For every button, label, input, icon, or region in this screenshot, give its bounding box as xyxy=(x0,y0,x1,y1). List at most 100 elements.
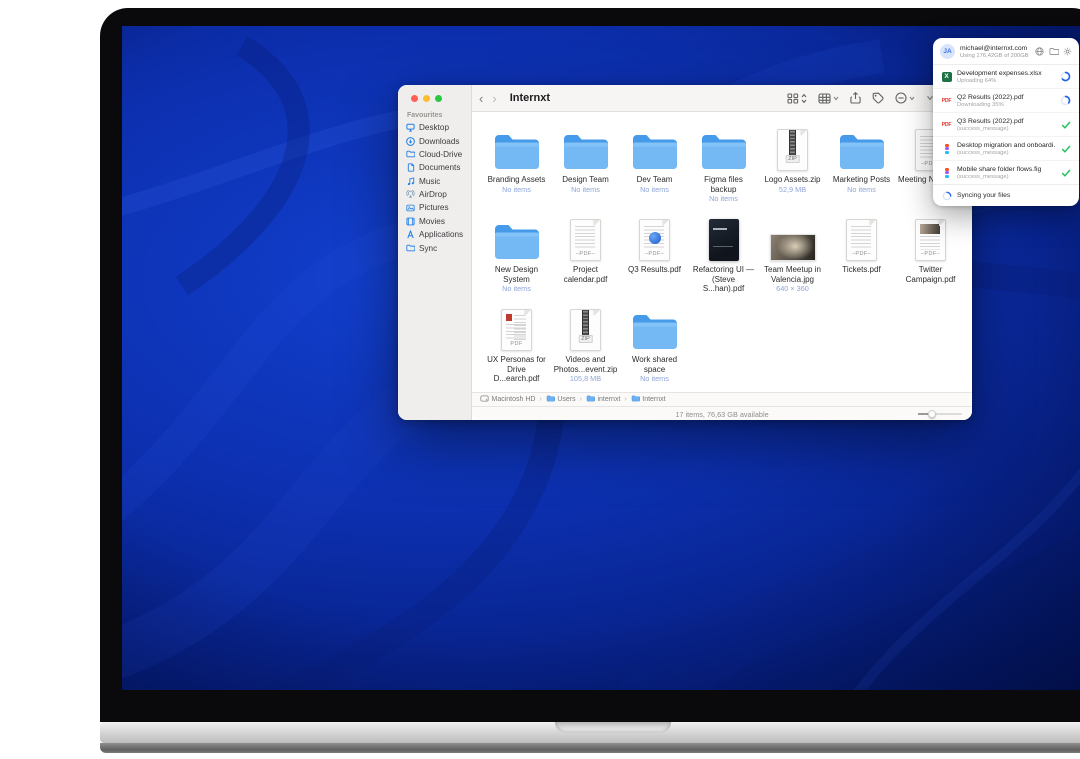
desktop-stage: Favourites Desktop Downloads Cloud-Drive… xyxy=(0,0,1080,759)
file-grid: Branding Assets No items Design Team No … xyxy=(472,112,972,392)
file-item[interactable]: –PDF– Project calendar.pdf xyxy=(551,215,620,305)
file-name: Project calendar.pdf xyxy=(553,265,619,284)
sidebar-item-airdrop[interactable]: AirDrop xyxy=(398,188,471,201)
close-button[interactable] xyxy=(411,95,418,102)
breadcrumb-item[interactable]: Users xyxy=(546,395,576,404)
folder-icon[interactable] xyxy=(1049,47,1059,56)
folder-icon xyxy=(631,305,679,351)
tag-icon[interactable] xyxy=(872,92,884,104)
disk-icon xyxy=(480,395,489,404)
sidebar-item-pictures[interactable]: Pictures xyxy=(398,201,471,214)
folder-icon xyxy=(546,395,555,404)
zoom-button[interactable] xyxy=(435,95,442,102)
file-subtitle: No items xyxy=(502,185,531,194)
breadcrumb-item[interactable]: Macintosh HD xyxy=(480,395,535,404)
progress-ring-icon xyxy=(1060,95,1071,106)
sync-file-row[interactable]: PDF Q3 Results (2022).pdf (success_messa… xyxy=(933,113,1079,137)
share-icon[interactable] xyxy=(850,92,861,104)
breadcrumb-item[interactable]: internxt xyxy=(586,395,620,404)
icon-size-slider[interactable] xyxy=(918,413,962,415)
account-avatar: JA xyxy=(940,44,955,59)
finder-window: Favourites Desktop Downloads Cloud-Drive… xyxy=(398,85,972,420)
sidebar-item-label: Movies xyxy=(419,217,445,226)
file-name: Branding Assets xyxy=(488,175,546,185)
sidebar-item-cloud-drive[interactable]: Cloud-Drive xyxy=(398,148,471,161)
breadcrumb-label: Users xyxy=(557,396,575,403)
file-item[interactable]: Refactoring UI — (Steve S...han).pdf xyxy=(689,215,758,305)
sidebar-item-label: Cloud-Drive xyxy=(419,150,462,159)
file-item[interactable]: Branding Assets No items xyxy=(482,125,551,215)
sidebar-item-documents[interactable]: Documents xyxy=(398,161,471,174)
file-icon: ZIP xyxy=(570,305,601,351)
globe-icon[interactable] xyxy=(1035,47,1044,56)
folder-icon xyxy=(631,395,640,404)
sidebar-item-music[interactable]: Music xyxy=(398,175,471,188)
sync-file-status-text: (success_message) xyxy=(957,150,1055,156)
sync-file-status-text: (success_message) xyxy=(957,174,1055,180)
laptop-base xyxy=(100,722,1080,743)
sidebar-item-label: Downloads xyxy=(419,137,460,146)
sync-file-status-text: Downloading 35% xyxy=(957,102,1055,108)
sidebar-item-desktop[interactable]: Desktop xyxy=(398,121,471,134)
sidebar-item-label: Pictures xyxy=(419,203,449,212)
slider-knob[interactable] xyxy=(928,410,936,418)
file-item[interactable]: ZIP Videos and Photos...event.zip 105,8 … xyxy=(551,305,620,392)
sync-file-name: Q2 Results (2022).pdf xyxy=(957,94,1055,101)
folder-icon xyxy=(406,150,415,159)
file-icon: –PDF– xyxy=(639,215,670,261)
file-item[interactable]: Figma files backup No items xyxy=(689,125,758,215)
sync-file-name: Development expenses.xlsx xyxy=(957,70,1055,77)
finder-sidebar: Favourites Desktop Downloads Cloud-Drive… xyxy=(398,85,472,420)
minimize-button[interactable] xyxy=(423,95,430,102)
sidebar-item-movies[interactable]: Movies xyxy=(398,215,471,228)
breadcrumb-item[interactable]: Internxt xyxy=(631,395,666,404)
sync-file-row[interactable]: Desktop migration and onboardi... (succe… xyxy=(933,137,1079,161)
file-icon: –PDF– xyxy=(915,215,946,261)
desktop-icon xyxy=(406,123,415,132)
file-item[interactable]: Team Meetup in Valencia.jpg 640 × 360 xyxy=(758,215,827,305)
file-subtitle: No items xyxy=(571,185,600,194)
file-item[interactable]: Dev Team No items xyxy=(620,125,689,215)
sidebar-item-applications[interactable]: Applications xyxy=(398,228,471,241)
icon-view-grid-icon[interactable] xyxy=(787,93,807,104)
folder-icon xyxy=(631,125,679,171)
group-by-icon[interactable] xyxy=(818,93,839,104)
action-menu-icon[interactable] xyxy=(895,92,915,104)
figma-file-icon xyxy=(945,144,949,154)
sidebar-item-downloads[interactable]: Downloads xyxy=(398,134,471,147)
file-subtitle: 52,9 MB xyxy=(779,185,806,194)
file-name: Design Team xyxy=(562,175,609,185)
sidebar-item-label: Music xyxy=(419,177,440,186)
file-name: Dev Team xyxy=(637,175,673,185)
file-item[interactable]: –PDF– Twitter Campaign.pdf xyxy=(896,215,965,305)
file-item[interactable]: ZIP Logo Assets.zip 52,9 MB xyxy=(758,125,827,215)
file-item[interactable]: Marketing Posts No items xyxy=(827,125,896,215)
file-item[interactable]: –PDF– Q3 Results.pdf xyxy=(620,215,689,305)
file-item[interactable]: PDF UX Personas for Drive D...earch.pdf xyxy=(482,305,551,392)
folder-icon xyxy=(586,395,595,404)
file-name: Q3 Results.pdf xyxy=(628,265,681,275)
pictures-icon xyxy=(406,203,415,212)
file-item[interactable]: Design Team No items xyxy=(551,125,620,215)
file-item[interactable]: New Design System No items xyxy=(482,215,551,305)
storage-usage: Using 176,42GB of 200GB xyxy=(960,53,1030,59)
music-icon xyxy=(406,177,415,186)
back-button[interactable]: ‹ xyxy=(472,92,490,105)
path-breadcrumb[interactable]: Macintosh HD› Users› internxt› Internxt xyxy=(472,392,972,406)
success-check-icon xyxy=(1061,120,1071,130)
sync-file-row[interactable]: X Development expenses.xlsx Uploading 64… xyxy=(933,65,1079,89)
sync-file-row[interactable]: Mobile share folder flows.fig (success_m… xyxy=(933,161,1079,184)
account-identity: michael@internxt.com Using 176,42GB of 2… xyxy=(960,45,1030,59)
file-item[interactable]: –PDF– Tickets.pdf xyxy=(827,215,896,305)
progress-ring-icon xyxy=(1060,71,1071,82)
sync-file-row[interactable]: PDF Q2 Results (2022).pdf Downloading 35… xyxy=(933,89,1079,113)
window-title: Internxt xyxy=(510,92,550,104)
popup-header-actions xyxy=(1035,47,1072,56)
success-check-icon xyxy=(1061,144,1071,154)
file-subtitle: No items xyxy=(709,194,738,203)
gear-icon[interactable] xyxy=(1063,47,1072,56)
file-item[interactable]: Work shared space No items xyxy=(620,305,689,392)
sidebar-item-sync[interactable]: Sync xyxy=(398,241,471,254)
forward-button[interactable]: › xyxy=(490,92,503,105)
window-controls xyxy=(411,95,442,102)
